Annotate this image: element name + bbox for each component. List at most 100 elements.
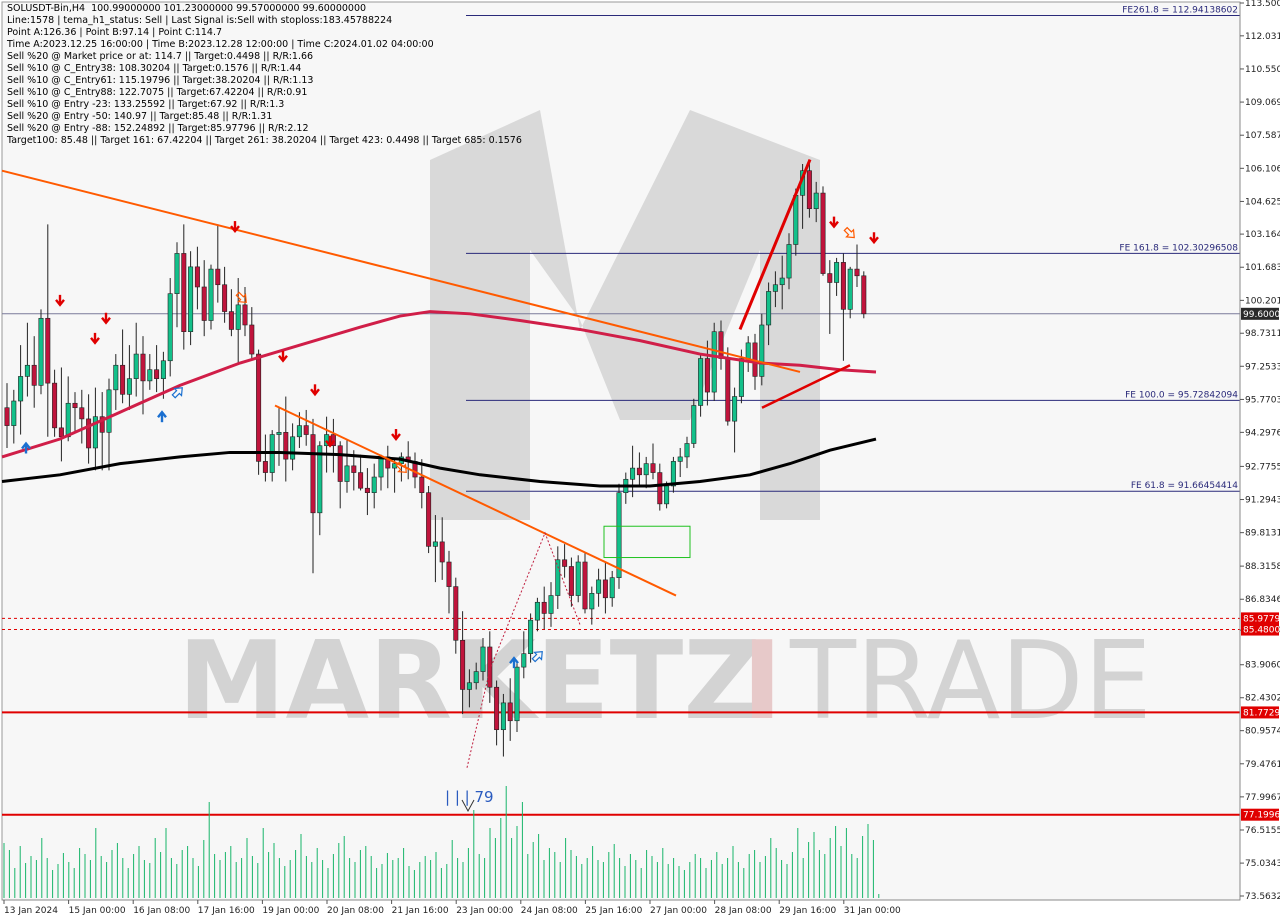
bullish-candle: [786, 244, 792, 279]
bullish-candle: [147, 369, 153, 382]
bearish-candle: [45, 317, 51, 384]
bullish-candle: [160, 360, 166, 379]
info-line: Line:1578 | tema_h1_status: Sell | Last …: [7, 15, 393, 26]
bearish-candle: [419, 476, 425, 493]
info-line: SOLUSDT-Bin,H4 100.99000000 101.23000000…: [7, 3, 367, 14]
bearish-candle: [364, 487, 370, 493]
time-tick-label: 25 Jan 16:00: [585, 906, 642, 916]
price-tick-label: 104.6255: [1245, 197, 1280, 207]
price-tick-label: 80.9574: [1245, 727, 1280, 737]
bullish-candle: [18, 376, 24, 402]
bearish-candle: [820, 192, 826, 274]
bullish-candle: [555, 559, 561, 596]
bullish-candle: [759, 324, 765, 377]
bullish-candle: [772, 284, 778, 292]
bearish-candle: [31, 364, 37, 386]
watermark-text-mid: I: [742, 619, 782, 744]
bearish-candle: [446, 561, 452, 587]
bearish-candle: [657, 472, 663, 505]
info-line: Sell %10 @ Entry -23: 133.25592 || Targe…: [7, 99, 285, 110]
bearish-candle: [283, 432, 289, 460]
bullish-candle: [596, 579, 602, 594]
bearish-candle: [262, 461, 268, 473]
bullish-candle: [500, 702, 506, 731]
time-tick-label: 21 Jan 16:00: [392, 906, 449, 916]
bearish-candle: [249, 324, 255, 355]
bearish-candle: [79, 407, 85, 420]
bearish-candle: [228, 311, 234, 330]
price-tick-label: 79.4761: [1245, 760, 1280, 770]
price-tick-label: 97.2533: [1245, 362, 1280, 372]
bearish-candle: [181, 253, 187, 332]
bullish-candle: [616, 492, 622, 578]
info-line: Sell %10 @ C_Entry61: 115.19796 || Targe…: [7, 75, 314, 86]
price-tick-label: 100.2019: [1245, 296, 1280, 306]
bearish-candle: [201, 286, 207, 321]
bearish-candle: [718, 331, 724, 359]
bullish-candle: [528, 619, 534, 654]
bearish-candle: [541, 601, 547, 614]
bullish-candle: [834, 262, 840, 283]
bearish-candle: [602, 579, 608, 599]
price-tick-label: 91.2943: [1245, 496, 1280, 506]
watermark-text-right: TRADE: [789, 619, 1152, 744]
bullish-candle: [480, 646, 486, 672]
time-tick-label: 23 Jan 00:00: [456, 906, 513, 916]
fib-level-label: FE 100.0 = 95.72842094: [1125, 390, 1238, 400]
fib-level-label: FE 61.8 = 91.66454414: [1131, 481, 1238, 491]
price-tick-label: 86.8346: [1245, 595, 1280, 605]
bearish-candle: [215, 268, 221, 286]
time-tick-label: 27 Jan 00:00: [650, 906, 707, 916]
price-tick-label: 107.5879: [1245, 131, 1280, 141]
bullish-candle: [711, 331, 717, 393]
bearish-candle: [222, 284, 228, 312]
bullish-candle: [548, 595, 554, 614]
bullish-candle: [684, 443, 690, 458]
info-line: Point A:126.36 | Point B:97.14 | Point C…: [7, 27, 223, 38]
bearish-candle: [582, 561, 588, 610]
price-tick-label: 98.7311: [1245, 329, 1280, 339]
bullish-candle: [371, 476, 377, 493]
bearish-candle: [507, 702, 513, 722]
bullish-candle: [24, 364, 30, 377]
bullish-candle: [65, 402, 71, 438]
time-tick-label: 28 Jan 08:00: [715, 906, 772, 916]
bearish-candle: [337, 445, 343, 482]
time-tick-label: 13 Jan 2024: [4, 906, 58, 916]
bearish-candle: [303, 425, 309, 435]
bearish-candle: [194, 266, 200, 288]
time-tick-label: 16 Jan 08:00: [133, 906, 190, 916]
info-line: Target100: 85.48 || Target 161: 67.42204…: [7, 135, 522, 146]
bearish-candle: [72, 402, 78, 409]
info-line: Sell %10 @ C_Entry38: 108.30204 || Targe…: [7, 63, 302, 74]
bearish-candle: [242, 304, 248, 326]
chart-info-panel: SOLUSDT-Bin,H4 100.99000000 101.23000000…: [7, 3, 522, 147]
price-tick-label: 77.9967: [1245, 793, 1280, 803]
bearish-candle: [460, 639, 466, 690]
fib-level-label: FE261.8 = 112.94138602: [1122, 5, 1238, 15]
bearish-candle: [120, 364, 126, 395]
info-line: Sell %20 @ Entry -88: 152.24892 || Targe…: [7, 123, 309, 134]
bearish-candle: [140, 353, 146, 382]
bearish-candle: [827, 273, 833, 283]
bearish-candle: [704, 358, 710, 393]
info-line: Sell %10 @ C_Entry88: 122.7075 || Target…: [7, 87, 308, 98]
bullish-candle: [466, 682, 472, 690]
price-tick-label: 110.5503: [1245, 65, 1280, 75]
bearish-candle: [725, 358, 731, 422]
bullish-candle: [514, 666, 520, 722]
bullish-candle: [847, 268, 853, 310]
bullish-candle: [378, 456, 384, 478]
bullish-candle: [793, 194, 799, 245]
bullish-candle: [609, 577, 615, 599]
bearish-candle: [861, 275, 867, 315]
bullish-candle: [208, 268, 214, 321]
price-tick-label: 73.5632: [1245, 892, 1280, 902]
bullish-candle: [188, 266, 194, 332]
bullish-candle: [174, 253, 180, 294]
price-tick-label: 75.0343: [1245, 859, 1280, 869]
info-line: Sell %20 @ Entry -50: 140.97 || Target:8…: [7, 111, 273, 122]
time-tick-label: 15 Jan 00:00: [69, 906, 126, 916]
bearish-candle: [494, 686, 500, 731]
bullish-candle: [521, 653, 527, 668]
